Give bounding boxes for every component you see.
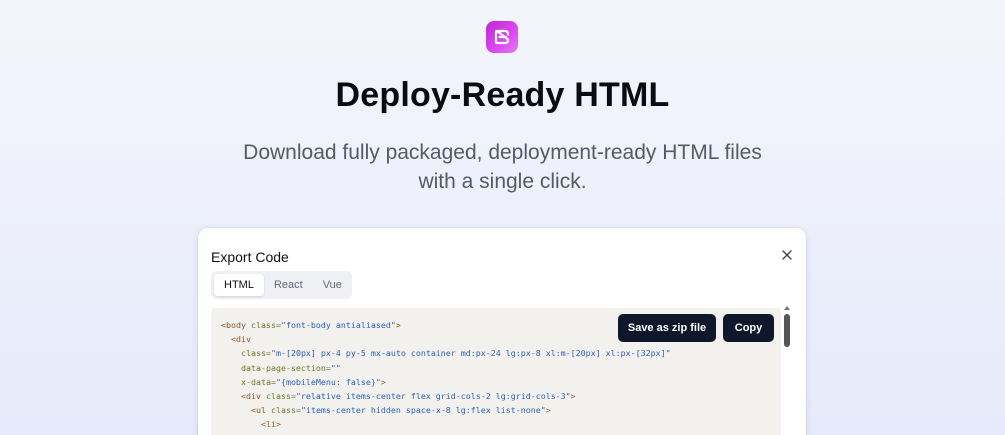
scrollbar-thumb[interactable]	[784, 314, 790, 347]
code-line: class="m-[20px] px-4 py-5 mx-auto contai…	[240, 348, 671, 359]
scroll-up-arrow-icon[interactable]	[784, 306, 790, 310]
modal-title: Export Code	[211, 249, 289, 265]
tab-react[interactable]: React	[264, 274, 313, 296]
code-line: <div class="relative items-center flex g…	[240, 391, 576, 402]
tab-vue[interactable]: Vue	[313, 274, 352, 296]
export-code-modal: Export Code HTML React Vue <body class="…	[198, 228, 806, 435]
code-line: <div	[231, 334, 251, 345]
code-scrollbar[interactable]	[783, 306, 791, 435]
code-line: <li>	[260, 419, 281, 430]
code-line: data-page-section=""	[240, 362, 341, 373]
close-icon[interactable]	[780, 248, 794, 262]
code-format-tabs: HTML React Vue	[211, 271, 352, 299]
code-line: <body class="font-body antialiased">	[221, 320, 401, 330]
tab-html[interactable]: HTML	[214, 274, 264, 296]
page-title: Deploy-Ready HTML	[335, 76, 670, 114]
code-line: x-data="{mobileMenu: false}">	[240, 376, 386, 387]
copy-button[interactable]: Copy	[723, 314, 774, 342]
code-line: <ul class="items-center hidden space-x-8…	[250, 405, 551, 416]
brand-logo-e-icon	[486, 21, 518, 53]
save-zip-button[interactable]: Save as zip file	[618, 314, 716, 342]
page-subtitle: Download fully packaged, deployment-read…	[243, 141, 762, 193]
code-block: <body class="font-body antialiased"> <di…	[221, 318, 671, 432]
